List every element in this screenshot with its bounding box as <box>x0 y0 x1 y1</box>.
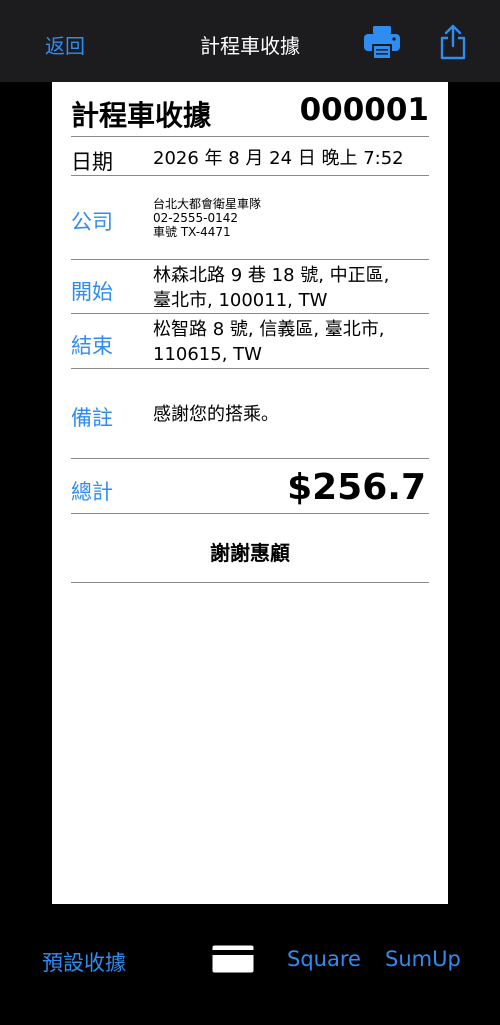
end-address-line: 松智路 8 號, 信義區, 臺北市, <box>153 319 385 340</box>
company-label[interactable]: 公司 <box>71 206 113 236</box>
preset-receipt-button[interactable]: 預設收據 <box>42 947 126 977</box>
print-button[interactable] <box>362 22 402 62</box>
divider <box>71 582 429 583</box>
start-label[interactable]: 開始 <box>71 276 113 306</box>
divider <box>71 313 429 314</box>
divider <box>71 175 429 176</box>
receipt-number: 000001 <box>299 92 429 128</box>
divider <box>71 513 429 514</box>
company-vehicle: 車號 TX-4471 <box>153 225 231 239</box>
printer-icon <box>364 26 400 58</box>
start-address-line: 臺北市, 100011, TW <box>153 290 328 311</box>
company-info: 台北大都會衛星車隊 02-2555-0142 車號 TX-4471 <box>153 197 261 239</box>
company-name: 台北大都會衛星車隊 <box>153 197 262 211</box>
total-label[interactable]: 總計 <box>71 476 113 506</box>
back-button[interactable]: 返回 <box>45 30 85 59</box>
note-label[interactable]: 備註 <box>71 402 113 432</box>
receipt-title: 計程車收據 <box>71 99 212 132</box>
divider <box>71 136 429 137</box>
start-address-line: 林森北路 9 巷 18 號, 中正區, <box>153 265 390 286</box>
share-button[interactable] <box>437 22 469 62</box>
end-address-line: 110615, TW <box>153 344 262 365</box>
thank-you-message: 謝謝惠顧 <box>210 541 290 565</box>
square-button[interactable]: Square <box>287 947 361 971</box>
date-label: 日期 <box>71 150 113 174</box>
credit-card-icon <box>212 945 254 973</box>
total-amount: $256.7 <box>287 467 426 508</box>
navigation-bar: 返回 計程車收據 <box>0 0 500 82</box>
receipt-paper: 計程車收據 000001 日期 2026 年 8 月 24 日 晚上 7:52 … <box>52 82 448 904</box>
divider <box>71 259 429 260</box>
card-payment-button[interactable] <box>211 944 255 974</box>
date-value: 2026 年 8 月 24 日 晚上 7:52 <box>153 148 404 169</box>
company-phone: 02-2555-0142 <box>153 211 239 225</box>
divider <box>71 368 429 369</box>
share-icon <box>440 24 466 60</box>
end-address: 松智路 8 號, 信義區, 臺北市, 110615, TW <box>153 317 385 367</box>
sumup-button[interactable]: SumUp <box>385 947 461 971</box>
divider <box>71 458 429 459</box>
note-value: 感謝您的搭乘。 <box>153 404 279 425</box>
end-label[interactable]: 結束 <box>71 330 113 360</box>
start-address: 林森北路 9 巷 18 號, 中正區, 臺北市, 100011, TW <box>153 263 389 313</box>
